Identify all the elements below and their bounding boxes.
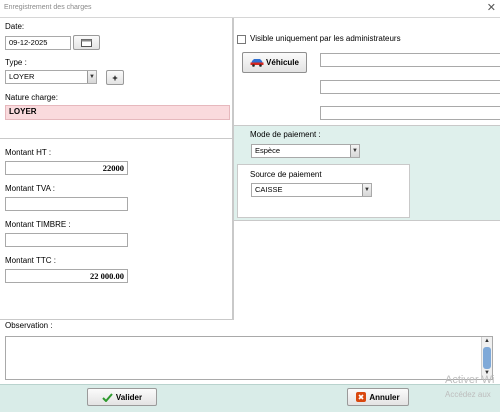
vehicule-button-label: Véhicule	[266, 58, 299, 67]
vehicule-field-2[interactable]	[320, 80, 500, 94]
mode-paiement-label: Mode de paiement :	[250, 130, 321, 139]
visible-admin-label: Visible uniquement par les administrateu…	[250, 34, 401, 43]
valider-button[interactable]: Valider	[87, 388, 157, 406]
montant-ht-label: Montant HT :	[5, 148, 52, 157]
vehicule-field-3[interactable]	[320, 106, 500, 120]
montant-timbre-label: Montant TIMBRE :	[5, 220, 71, 229]
montant-timbre-field[interactable]	[5, 233, 128, 247]
montant-ttc-label: Montant TTC :	[5, 256, 56, 265]
cancel-icon	[356, 392, 367, 402]
source-paiement-select[interactable]: CAISSE ▼	[251, 183, 372, 197]
nature-label: Nature charge:	[5, 93, 58, 102]
annuler-button-label: Annuler	[369, 392, 400, 402]
check-icon	[102, 392, 113, 402]
type-label: Type :	[5, 58, 27, 67]
date-label: Date:	[5, 22, 25, 31]
chevron-down-icon: ▼	[362, 184, 371, 196]
close-icon[interactable]: ✕	[487, 2, 496, 14]
title-bar: Enregistrement des charges ✕	[0, 0, 500, 18]
annuler-button[interactable]: Annuler	[347, 388, 409, 406]
type-select[interactable]: LOYER ▼	[5, 70, 97, 84]
car-icon	[250, 59, 264, 67]
calendar-icon	[81, 38, 92, 47]
vehicule-button[interactable]: Véhicule	[242, 52, 307, 73]
montant-ht-field[interactable]: 22000	[5, 161, 128, 175]
observation-label: Observation :	[5, 321, 53, 330]
scroll-up-icon[interactable]: ▲	[484, 338, 490, 344]
date-field[interactable]: 09-12-2025	[5, 36, 71, 50]
vehicule-field-1[interactable]	[320, 53, 500, 67]
activation-watermark-line1: Activer Wi	[445, 374, 495, 386]
mode-paiement-select[interactable]: Espèce ▼	[251, 144, 360, 158]
nature-field[interactable]: LOYER	[5, 105, 230, 120]
visible-admin-checkbox[interactable]	[237, 35, 246, 44]
add-type-button[interactable]: +	[106, 70, 124, 85]
montant-tva-label: Montant TVA :	[5, 184, 55, 193]
valider-button-label: Valider	[115, 392, 143, 402]
window-title: Enregistrement des charges	[4, 4, 92, 11]
chevron-down-icon: ▼	[87, 71, 96, 83]
activation-watermark-line2: Accédez aux	[445, 390, 491, 399]
mode-paiement-value: Espèce	[255, 146, 281, 155]
source-paiement-value: CAISSE	[255, 185, 283, 194]
observation-scrollbar[interactable]: ▲ ▼	[481, 337, 492, 379]
observation-textarea[interactable]: ▲ ▼	[5, 336, 493, 380]
montant-tva-field[interactable]	[5, 197, 128, 211]
type-select-value: LOYER	[9, 72, 35, 81]
plus-icon: +	[112, 72, 118, 83]
source-paiement-label: Source de paiement	[250, 170, 322, 179]
montant-ttc-field[interactable]: 22 000.00	[5, 269, 128, 283]
chevron-down-icon: ▼	[350, 145, 359, 157]
scrollbar-thumb[interactable]	[483, 347, 491, 369]
action-bar	[0, 384, 500, 412]
calendar-button[interactable]	[73, 35, 100, 50]
